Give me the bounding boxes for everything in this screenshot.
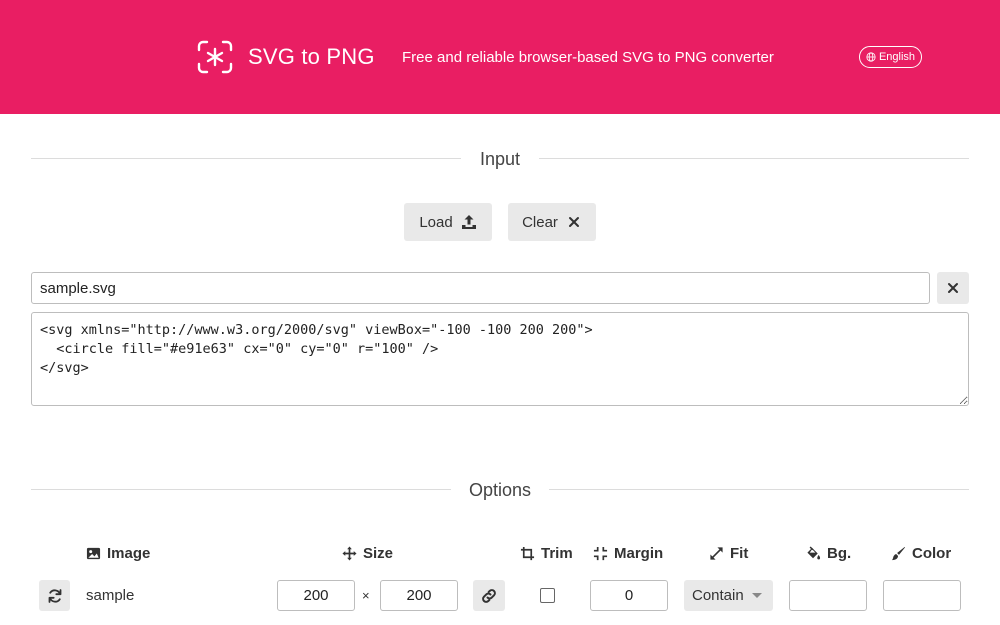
language-label: English <box>878 51 916 63</box>
expand-icon <box>710 546 723 560</box>
image-icon <box>86 547 101 559</box>
input-section-title: Input <box>479 149 521 169</box>
filename-input[interactable] <box>31 272 930 304</box>
bg-color-input[interactable] <box>789 580 867 611</box>
fit-column-header: Fit <box>709 542 748 564</box>
size-column-header: Size <box>342 542 393 564</box>
image-name: sample <box>86 587 135 604</box>
clear-label: Clear <box>522 213 558 231</box>
image-column-header: Image <box>86 542 150 564</box>
svg-source-textarea[interactable]: <svg xmlns="http://www.w3.org/2000/svg" … <box>31 312 969 406</box>
aspect-lock-button[interactable] <box>473 580 505 611</box>
fit-select[interactable]: Contain <box>684 580 773 611</box>
margin-column-header: Margin <box>593 542 663 564</box>
upload-icon <box>461 215 476 229</box>
trim-column-header: Trim <box>520 542 573 564</box>
trim-checkbox[interactable] <box>540 588 555 603</box>
compress-icon <box>593 546 608 560</box>
margin-input[interactable] <box>590 580 668 611</box>
reset-options-button[interactable] <box>39 580 70 611</box>
paintbrush-icon <box>891 546 906 560</box>
height-input[interactable] <box>380 580 458 611</box>
options-section-title: Options <box>468 480 532 500</box>
color-column-header: Color <box>891 542 951 564</box>
color-input[interactable] <box>883 580 961 611</box>
width-input[interactable] <box>277 580 355 611</box>
x-icon <box>948 283 958 293</box>
fit-select-value: Contain <box>692 587 744 604</box>
refresh-icon <box>48 588 61 603</box>
paint-bucket-icon <box>807 545 821 559</box>
link-icon <box>482 588 496 603</box>
app-title: SVG to PNG <box>248 44 375 69</box>
globe-icon <box>866 52 876 62</box>
app-header: SVG to PNG Free and reliable browser-bas… <box>0 0 1000 114</box>
app-tagline: Free and reliable browser-based SVG to P… <box>402 49 774 66</box>
language-selector[interactable]: English <box>859 46 922 68</box>
caret-down-icon <box>751 593 762 598</box>
size-separator: × <box>362 588 370 603</box>
clear-button[interactable]: Clear <box>508 203 596 241</box>
bg-column-header: Bg. <box>806 542 851 564</box>
clear-filename-button[interactable] <box>937 272 969 304</box>
load-label: Load <box>419 213 453 231</box>
move-arrows-icon <box>342 545 357 561</box>
x-icon <box>568 217 579 227</box>
crop-icon <box>520 546 535 560</box>
focus-asterisk-icon <box>197 40 233 74</box>
load-button[interactable]: Load <box>404 203 492 241</box>
